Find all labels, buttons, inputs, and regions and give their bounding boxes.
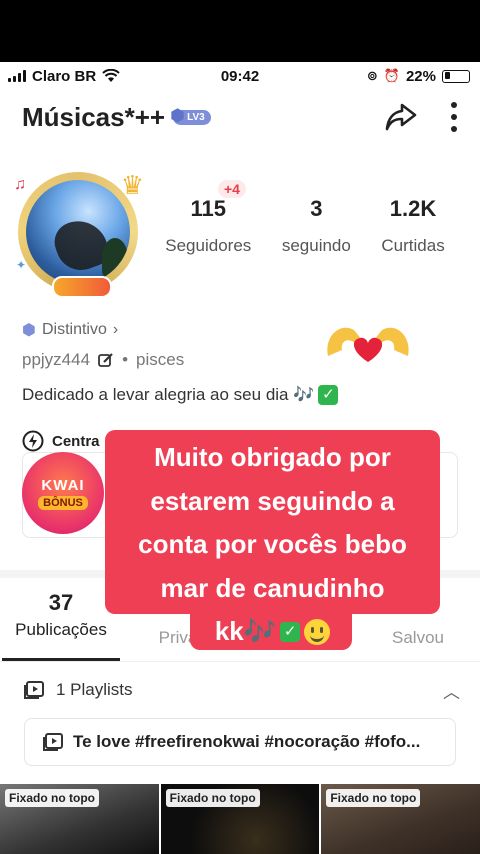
tab-count: 37 xyxy=(48,590,74,615)
lightning-circle-icon xyxy=(22,430,44,452)
playlist-icon xyxy=(43,733,63,751)
stat-following[interactable]: 3 seguindo xyxy=(282,196,351,256)
stat-label: seguindo xyxy=(281,236,351,255)
caption-line: conta por vocês bebo xyxy=(138,529,407,559)
music-note-deco-icon: ♫ xyxy=(14,176,26,193)
user-handle: ppjyz444 xyxy=(22,350,91,369)
more-options-icon[interactable] xyxy=(450,101,458,133)
tab-label: Publicações xyxy=(15,620,107,639)
hexagon-badge-icon: ⬢ xyxy=(22,322,36,339)
playlists-header[interactable]: 1 Playlists ︿ xyxy=(24,678,460,702)
battery-percent: 22% xyxy=(405,67,436,85)
bio-text: Dedicado a levar alegria ao seu dia 🎶 xyxy=(22,385,315,404)
frame-ribbon-deco xyxy=(52,276,112,298)
top-black-bar xyxy=(0,0,480,62)
avatar-tree xyxy=(102,238,128,278)
video-thumbnail[interactable]: Fixado no topo xyxy=(321,784,480,854)
handle-row: ppjyz444 • pisces xyxy=(22,350,184,370)
playlists-count-label: 1 Playlists xyxy=(56,680,133,699)
chevron-up-icon[interactable]: ︿ xyxy=(443,678,460,703)
video-thumbnail[interactable]: Fixado no topo xyxy=(160,784,320,854)
playlist-icon xyxy=(24,681,44,699)
profile-header: Músicas*++ LV3 xyxy=(22,96,458,138)
crown-deco-icon: ♛ xyxy=(120,170,144,200)
level-badge[interactable]: LV3 xyxy=(170,106,211,126)
caption-line: kk🎶 xyxy=(214,616,277,646)
edit-icon[interactable] xyxy=(98,352,114,368)
stat-followers[interactable]: 115 Seguidores xyxy=(165,196,251,256)
distintivo-label: Distintivo xyxy=(41,321,107,338)
profile-stats: 115 Seguidores 3 seguindo 1.2K Curtidas xyxy=(150,196,460,256)
stat-value: 1.2K xyxy=(389,196,437,221)
stat-label: Seguidores xyxy=(165,236,252,255)
caption-line: mar de canudinho xyxy=(160,572,385,603)
tab-publicacoes[interactable]: 37 Publicações xyxy=(10,590,112,640)
check-mark-icon: ✓ xyxy=(318,385,339,405)
profile-title: Músicas*++ xyxy=(22,101,166,132)
chevron-right-icon: › xyxy=(112,321,119,338)
pinned-label: Fixado no topo xyxy=(5,789,99,807)
zodiac-sign: pisces xyxy=(136,350,185,369)
alarm-icon: ⏰ xyxy=(383,68,400,83)
video-thumbnail[interactable]: Fixado no topo xyxy=(0,784,159,854)
pinned-label: Fixado no topo xyxy=(326,789,421,807)
status-bar: Claro BR 09:42 ⊚ ⏰ 22% xyxy=(0,62,480,90)
orientation-lock-icon: ⊚ xyxy=(366,68,378,83)
stat-likes[interactable]: 1.2K Curtidas xyxy=(381,196,444,256)
stat-value: 115 xyxy=(190,196,227,221)
kwai-bonus-title: KWAI xyxy=(41,476,85,494)
separator-dot: • xyxy=(122,350,129,369)
heart-hands-sticker-icon xyxy=(327,327,409,362)
pinned-label: Fixado no topo xyxy=(165,789,260,807)
caption-line: estarem seguindo a xyxy=(150,485,395,516)
video-grid: Fixado no topo Fixado no topo Fixado no … xyxy=(0,784,480,854)
header-actions xyxy=(384,101,458,133)
tabs-bottom-border xyxy=(0,661,480,662)
stat-value: 3 xyxy=(310,196,323,221)
avatar-photo xyxy=(26,180,130,284)
stat-label: Curtidas xyxy=(381,236,445,255)
check-mark-icon: ✓ xyxy=(280,621,301,642)
playlist-item[interactable]: Te love #freefirenokwai #nocoração #fofo… xyxy=(24,718,456,766)
caption-line: Muito obrigado por xyxy=(154,442,391,472)
battery-icon xyxy=(442,69,470,83)
creator-center-label: Centra xyxy=(52,432,100,450)
kwai-bonus-badge[interactable]: KWAI BÔNUS xyxy=(22,452,104,534)
smiley-icon xyxy=(304,618,331,645)
caption-overlay-text: Muito obrigado por estarem seguindo a co… xyxy=(105,436,440,654)
caption-last-line: kk🎶 ✓ xyxy=(214,610,331,654)
distintivo-link[interactable]: ⬢ Distintivo › xyxy=(22,320,118,340)
creator-center-link[interactable]: Centra xyxy=(22,430,100,452)
star-deco-icon: ✦ xyxy=(16,258,27,272)
playlist-title: Te love #freefirenokwai #nocoração #fofo… xyxy=(73,732,421,751)
kwai-bonus-sub: BÔNUS xyxy=(38,495,88,510)
avatar[interactable]: ♛ ♫ ✦ xyxy=(14,170,146,302)
share-icon[interactable] xyxy=(384,101,418,133)
profile-bio: Dedicado a levar alegria ao seu dia 🎶 ✓ xyxy=(22,385,339,405)
status-right: ⊚ ⏰ 22% xyxy=(367,68,470,85)
